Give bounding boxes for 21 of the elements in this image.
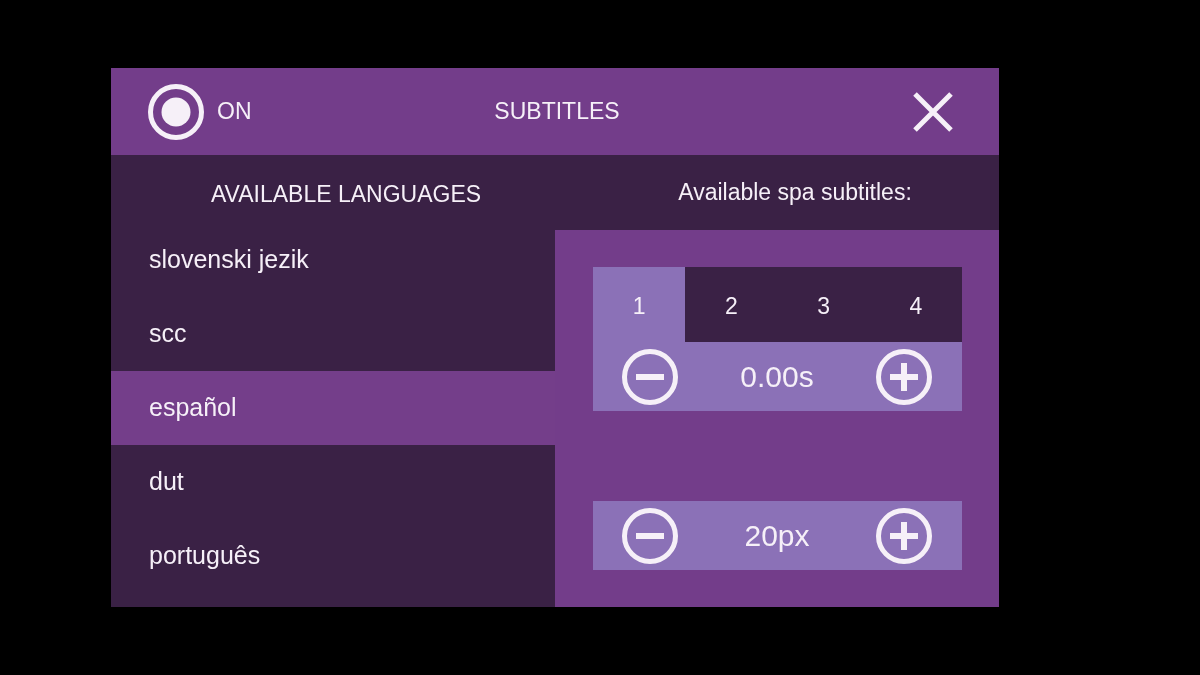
size-value: 20px — [744, 520, 810, 551]
close-button[interactable] — [912, 90, 954, 133]
delay-value: 0.00s — [740, 361, 814, 392]
decrease-button[interactable] — [622, 348, 678, 405]
subtitles-toggle[interactable]: ON — [148, 83, 252, 140]
subtitles-heading: Available spa subtitles: — [678, 178, 912, 208]
track-tab[interactable]: 1 — [593, 267, 686, 342]
dialog-title: SUBTITLES — [493, 97, 620, 127]
increase-button[interactable] — [876, 507, 932, 564]
track-tab[interactable]: 2 — [685, 267, 778, 342]
plus-circle-icon — [876, 348, 932, 405]
close-icon — [912, 90, 954, 133]
track-tab[interactable]: 4 — [869, 267, 962, 342]
decrease-button[interactable] — [622, 507, 678, 564]
language-item[interactable]: español — [111, 371, 555, 445]
minus-circle-icon — [622, 348, 678, 405]
languages-heading: AVAILABLE LANGUAGES — [210, 179, 482, 209]
plus-circle-icon — [876, 507, 932, 564]
track-tab[interactable]: 3 — [777, 267, 870, 342]
minus-circle-icon — [622, 507, 678, 564]
increase-button[interactable] — [876, 348, 932, 405]
